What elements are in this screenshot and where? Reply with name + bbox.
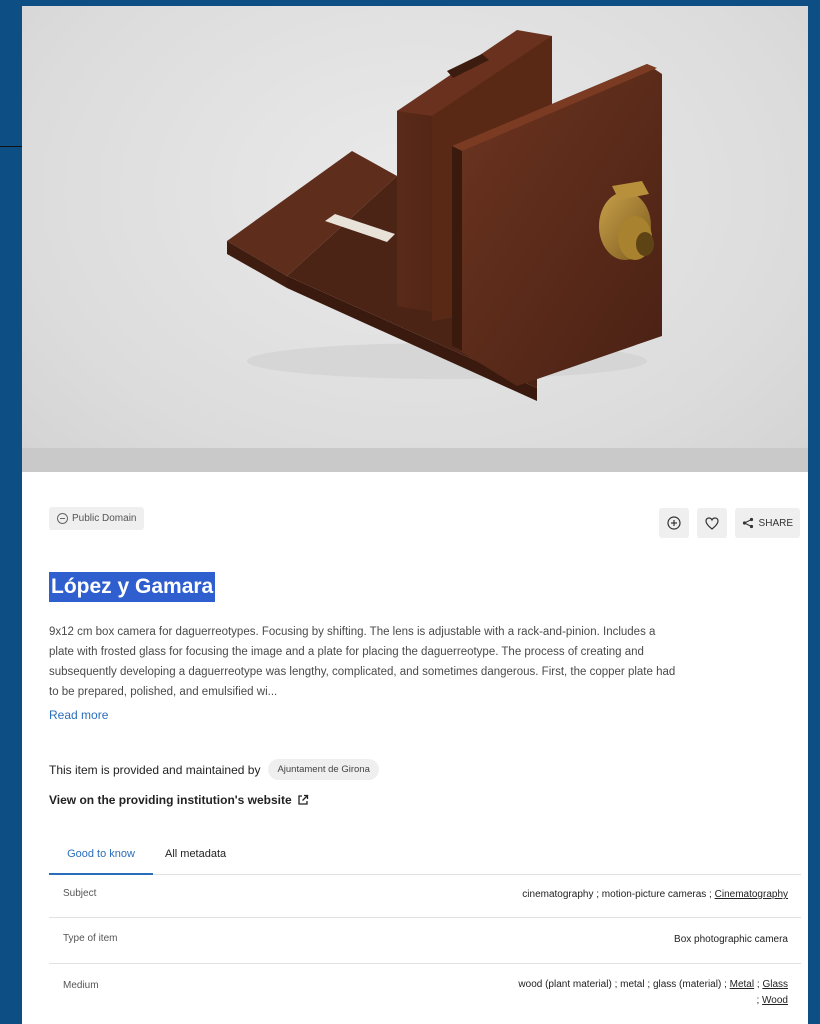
public-domain-icon	[57, 513, 68, 524]
separator: ;	[611, 979, 621, 990]
like-button[interactable]	[696, 508, 727, 538]
metadata-row-medium: Medium wood (plant material) ; metal ; g…	[49, 964, 801, 1024]
metadata-label: Type of item	[63, 933, 118, 944]
medium-value[interactable]: metal	[620, 979, 644, 990]
medium-link[interactable]: Metal	[730, 979, 754, 990]
license-label: Public Domain	[72, 513, 137, 524]
heart-icon	[704, 516, 719, 530]
add-to-gallery-button[interactable]	[658, 508, 689, 538]
metadata-label: Medium	[63, 980, 99, 991]
license-badge[interactable]: Public Domain	[49, 507, 145, 530]
separator: ;	[644, 979, 653, 990]
viewer-controls-bar	[22, 448, 808, 472]
separator: ;	[706, 889, 715, 900]
item-actions: SHARE	[658, 508, 800, 538]
item-page: Public Domain SHARE López y Gamara 9x12 …	[22, 6, 808, 1024]
metadata-value: cinematography ; motion-picture cameras …	[522, 887, 788, 903]
external-link-icon	[298, 794, 308, 805]
metadata-row-subject: Subject cinematography ; motion-picture …	[49, 874, 801, 918]
metadata-table: Subject cinematography ; motion-picture …	[49, 874, 801, 1024]
separator: ;	[593, 889, 602, 900]
subject-link[interactable]: Cinematography	[715, 889, 788, 900]
share-label: SHARE	[758, 517, 793, 529]
item-title: López y Gamara	[49, 572, 216, 602]
metadata-value: wood (plant material) ; metal ; glass (m…	[428, 977, 788, 1009]
medium-link[interactable]: Wood	[762, 995, 788, 1006]
decorative-line	[0, 146, 22, 147]
description-line: to be prepared, polished, and emulsified…	[49, 686, 278, 698]
metadata-row-type: Type of item Box photographic camera	[49, 918, 801, 964]
tab-all-metadata[interactable]: All metadata	[165, 836, 226, 873]
3d-object-viewer[interactable]	[22, 6, 808, 472]
plus-circle-icon	[666, 516, 681, 530]
provider-row: This item is provided and maintained by …	[49, 759, 379, 780]
metadata-label: Subject	[63, 888, 97, 899]
provider-chip[interactable]: Ajuntament de Girona	[268, 759, 379, 780]
description-line: plate with frosted glass for focusing th…	[49, 646, 644, 658]
tab-good-to-know[interactable]: Good to know	[49, 836, 153, 875]
metadata-tabs: Good to know All metadata	[49, 836, 801, 875]
type-value[interactable]: Box photographic camera	[674, 932, 788, 948]
institution-link[interactable]: View on the providing institution's webs…	[49, 793, 309, 807]
subject-value[interactable]: cinematography	[522, 889, 593, 900]
description-line: subsequently developing a daguerreotype …	[49, 666, 676, 678]
medium-value[interactable]: glass (material)	[653, 979, 721, 990]
title-wrapper: López y Gamara	[49, 572, 216, 602]
institution-link-label: View on the providing institution's webs…	[49, 793, 292, 807]
provider-text: This item is provided and maintained by	[49, 762, 261, 777]
separator: ;	[721, 979, 730, 990]
description-line: 9x12 cm box camera for daguerreotypes. F…	[49, 626, 656, 638]
camera-3d-model[interactable]	[217, 16, 677, 416]
share-icon	[742, 517, 753, 529]
read-more-link[interactable]: Read more	[49, 708, 108, 722]
subject-value[interactable]: motion-picture cameras	[602, 889, 706, 900]
item-meta-row: Public Domain SHARE	[22, 472, 808, 544]
item-description: 9x12 cm box camera for daguerreotypes. F…	[49, 622, 801, 702]
share-button[interactable]: SHARE	[734, 508, 800, 538]
medium-value[interactable]: wood (plant material)	[518, 979, 611, 990]
medium-link[interactable]: Glass	[762, 979, 788, 990]
